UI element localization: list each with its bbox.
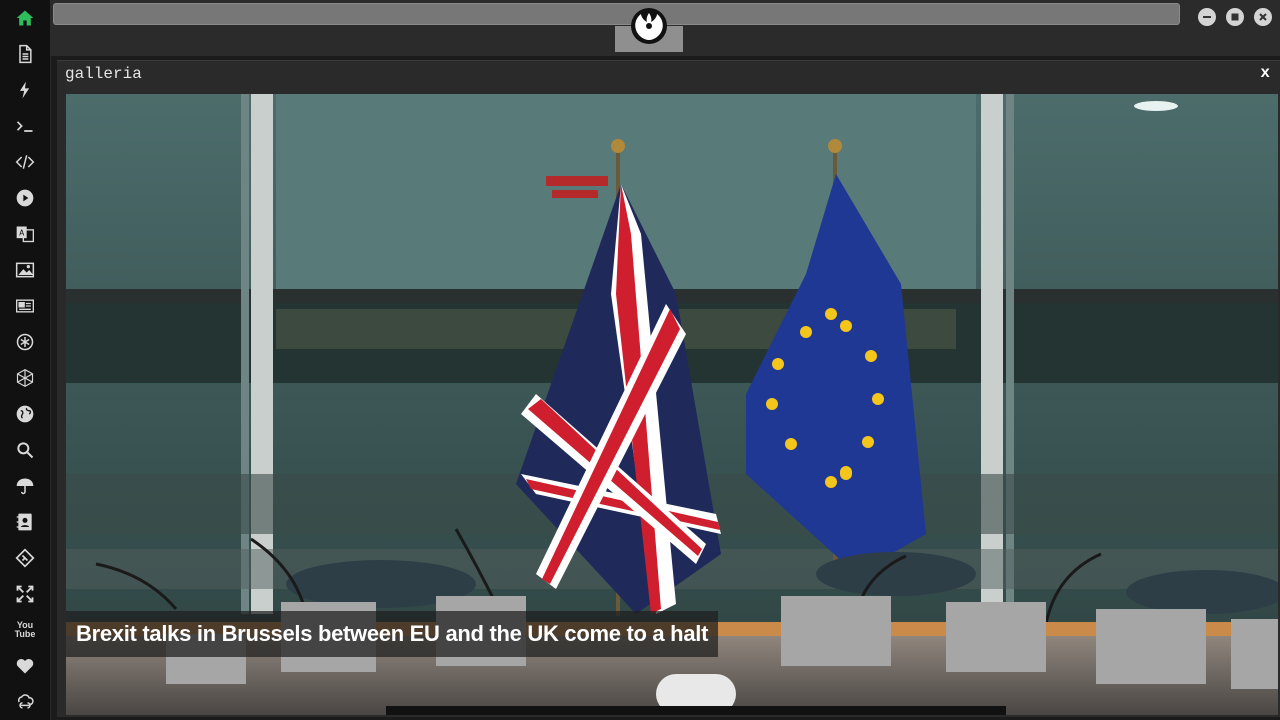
expand-icon[interactable]	[13, 582, 37, 606]
panel-close-button[interactable]: x	[1260, 64, 1270, 82]
git-diamond-icon[interactable]	[13, 546, 37, 570]
translate-icon[interactable]: A	[13, 222, 37, 246]
code-icon[interactable]	[13, 150, 37, 174]
panel-title: galleria	[65, 65, 142, 83]
icon-sidebar: A You Tube	[0, 0, 51, 720]
minimize-button[interactable]	[1198, 8, 1216, 26]
search-icon[interactable]	[13, 438, 37, 462]
heart-icon[interactable]	[13, 654, 37, 678]
umbrella-icon[interactable]	[13, 474, 37, 498]
youtube-icon[interactable]: You Tube	[13, 618, 37, 642]
play-icon[interactable]	[13, 186, 37, 210]
document-icon[interactable]	[13, 42, 37, 66]
cloud-link-icon[interactable]	[13, 690, 37, 714]
gallery-panel: galleria x Brexit talks in Brussels betw…	[57, 60, 1280, 717]
top-bar	[50, 0, 1280, 56]
maximize-button[interactable]	[1226, 8, 1244, 26]
hexagon-network-icon[interactable]	[13, 366, 37, 390]
lightning-icon[interactable]	[13, 78, 37, 102]
home-icon[interactable]	[13, 6, 37, 30]
rebel-alliance-logo	[631, 8, 667, 44]
contact-card-icon[interactable]	[13, 510, 37, 534]
address-bar[interactable]	[53, 3, 1180, 25]
rebel-alliance-icon[interactable]	[13, 330, 37, 354]
close-window-button[interactable]	[1254, 8, 1272, 26]
gallery-image[interactable]: Brexit talks in Brussels between EU and …	[66, 94, 1278, 715]
terminal-icon[interactable]	[13, 114, 37, 138]
image-icon[interactable]	[13, 258, 37, 282]
svg-text:A: A	[19, 229, 25, 238]
youtube-label-bottom: Tube	[14, 629, 36, 639]
image-caption: Brexit talks in Brussels between EU and …	[66, 611, 719, 657]
globe-icon[interactable]	[13, 402, 37, 426]
newspaper-icon[interactable]	[13, 294, 37, 318]
